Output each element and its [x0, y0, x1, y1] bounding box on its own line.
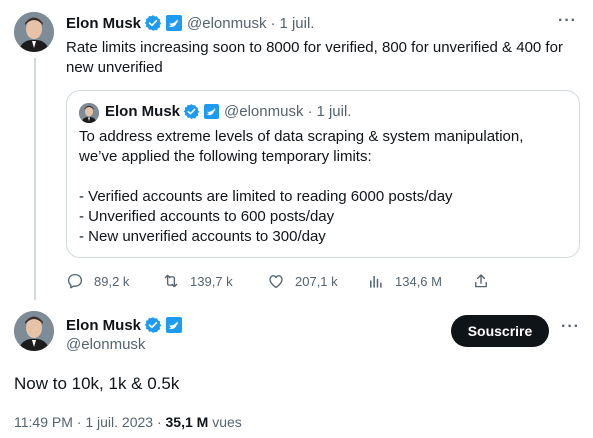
heart-icon	[269, 275, 283, 289]
like-button[interactable]: 207,1 k	[267, 272, 338, 290]
quoted-tweet-text: To address extreme levels of data scrapi…	[79, 127, 569, 247]
repost-count: 139,7 k	[190, 273, 233, 289]
x-affiliate-badge-icon	[166, 15, 183, 31]
tweet-date[interactable]: 1 juil.	[279, 15, 314, 32]
quoted-author-name: Elon Musk	[105, 103, 181, 120]
views-total: 35,1 M	[165, 414, 209, 430]
quoted-text-line: we’ve applied the following temporary li…	[79, 148, 372, 165]
separator: ·	[156, 414, 162, 430]
tweet-action-bar: 89,2 k 139,7 k 207,1 k 134,6 M	[66, 272, 496, 294]
tweet-text: Rate limits increasing soon to 8000 for …	[66, 39, 563, 76]
tweet-time[interactable]: 11:49 PM	[14, 414, 73, 430]
separator: ·	[270, 14, 276, 32]
verified-badge-icon	[183, 104, 200, 119]
author-handle[interactable]: @elonmusk	[66, 336, 145, 353]
more-options-icon[interactable]: ···	[561, 318, 580, 336]
subscribe-button[interactable]: Souscrire	[451, 315, 549, 347]
avatar	[79, 103, 99, 123]
quoted-text-line: - Verified accounts are limited to readi…	[79, 188, 453, 205]
separator: ·	[76, 414, 82, 430]
tweet-full-date[interactable]: 1 juil. 2023	[85, 414, 153, 430]
views-count: 134,6 M	[395, 273, 442, 289]
verified-badge-icon	[144, 15, 162, 31]
quoted-tweet-header: Elon Musk @elonmusk · 1 juil.	[105, 103, 351, 120]
tweet-metadata: 11:49 PM · 1 juil. 2023 · 35,1 M vues	[14, 414, 242, 430]
views-label: vues	[212, 414, 242, 430]
share-icon	[475, 274, 487, 288]
analytics-icon	[370, 275, 382, 288]
quoted-tweet-card[interactable]: Elon Musk @elonmusk · 1 juil. To address…	[66, 90, 580, 258]
author-name[interactable]: Elon Musk	[66, 317, 141, 334]
tweet-header: Elon Musk @elonmusk · 1 juil.	[66, 14, 314, 32]
reply-button[interactable]: 89,2 k	[66, 272, 129, 290]
thread-connector-line	[34, 58, 36, 300]
reply-count: 89,2 k	[94, 273, 130, 289]
verified-badge-icon	[144, 317, 162, 333]
quoted-author-handle: @elonmusk	[224, 103, 304, 120]
repost-button[interactable]: 139,7 k	[162, 272, 233, 290]
quoted-text-line: - New unverified accounts to 300/day	[79, 228, 326, 245]
author-name[interactable]: Elon Musk	[66, 15, 141, 32]
quoted-text-line: - Unverified accounts to 600 posts/day	[79, 208, 335, 225]
separator: ·	[307, 103, 313, 120]
quoted-text-line: To address extreme levels of data scrapi…	[79, 128, 524, 145]
avatar[interactable]	[14, 311, 54, 351]
more-options-icon[interactable]: ···	[558, 12, 577, 30]
tweet-text: Now to 10k, 1k & 0.5k	[14, 374, 180, 393]
avatar[interactable]	[14, 12, 54, 52]
x-affiliate-badge-icon	[166, 317, 183, 333]
repost-icon	[164, 274, 178, 288]
like-count: 207,1 k	[295, 273, 338, 289]
views-button[interactable]: 134,6 M	[367, 272, 442, 290]
quoted-tweet-date: 1 juil.	[316, 103, 352, 120]
reply-icon	[67, 273, 83, 289]
tweet-header: Elon Musk	[66, 316, 183, 334]
author-handle[interactable]: @elonmusk	[187, 15, 266, 32]
share-button[interactable]	[472, 272, 500, 290]
x-affiliate-badge-icon	[204, 104, 220, 119]
